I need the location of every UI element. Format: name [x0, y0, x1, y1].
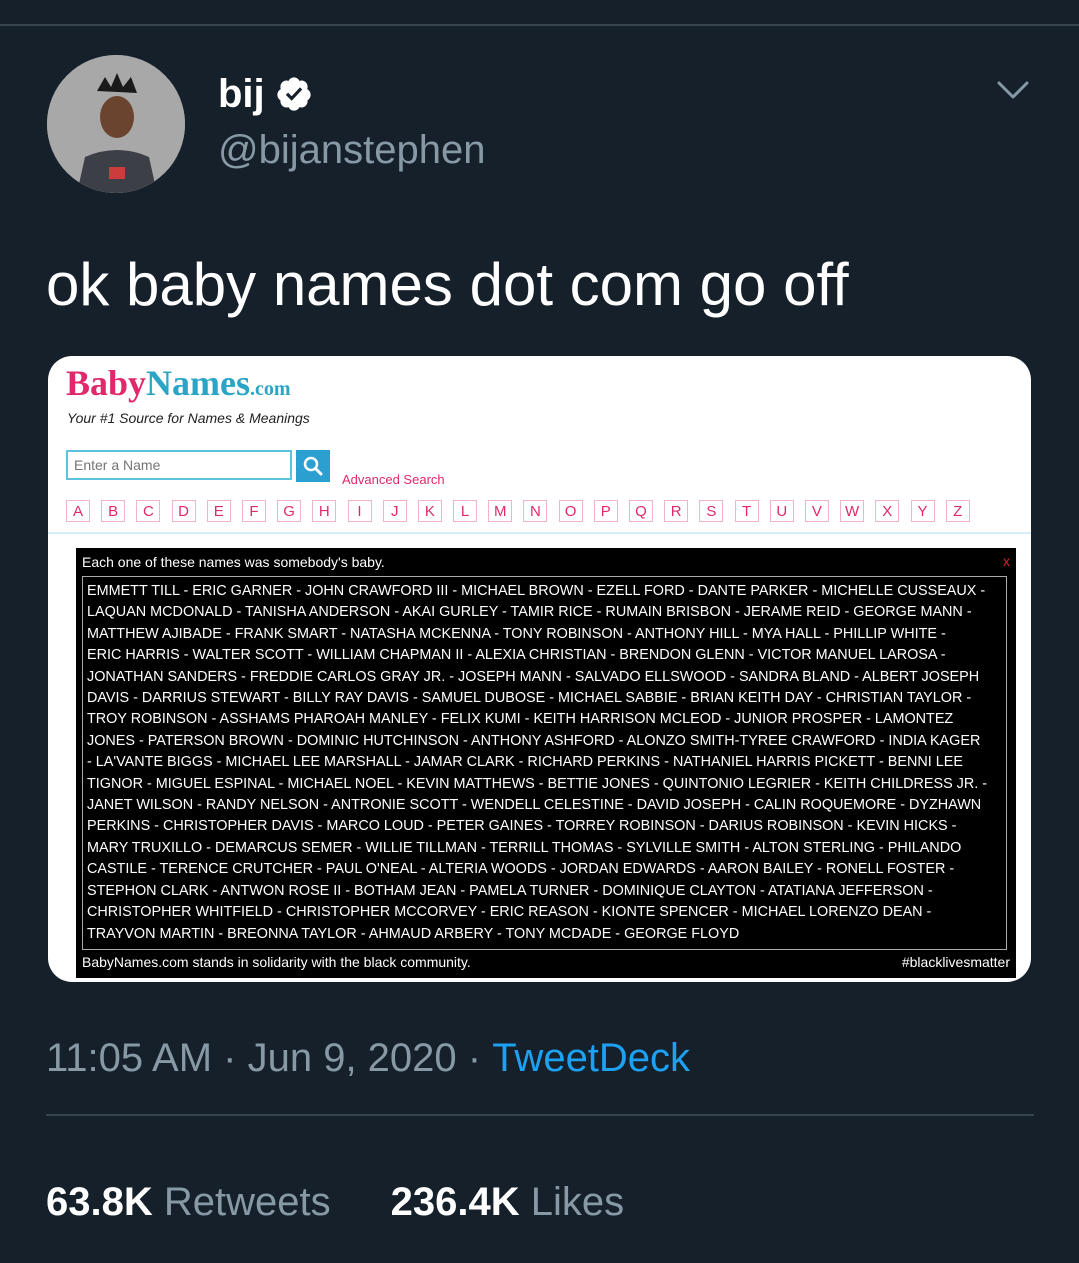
names-line: CHRISTOPHER WHITFIELD - CHRISTOPHER MCCO…: [87, 904, 932, 921]
names-line: JANET WILSON - RANDY NELSON - ANTRONIE S…: [87, 797, 982, 814]
letter-link[interactable]: N: [523, 500, 548, 522]
names-line: TRAYVON MARTIN - BREONNA TAYLOR - AHMAUD…: [87, 925, 740, 942]
letter-link[interactable]: Q: [629, 500, 653, 522]
names-list: EMMETT TILL - ERIC GARNER - JOHN CRAWFOR…: [82, 576, 1007, 950]
letter-link[interactable]: G: [277, 500, 302, 522]
advanced-search-link[interactable]: Advanced Search: [342, 472, 445, 487]
names-line: PERKINS - CHRISTOPHER DAVIS - MARCO LOUD…: [87, 818, 957, 835]
names-line: MARY TRUXILLO - DEMARCUS SEMER - WILLIE …: [87, 839, 962, 856]
letter-link[interactable]: H: [312, 500, 337, 522]
letter-link[interactable]: F: [241, 500, 266, 522]
names-line: STEPHON CLARK - ANTWON ROSE II - BOTHAM …: [87, 882, 933, 899]
letter-link[interactable]: X: [875, 500, 900, 522]
letter-link[interactable]: Z: [945, 500, 970, 522]
meta-separator: ·: [456, 1036, 493, 1080]
avatar[interactable]: [47, 55, 185, 193]
letter-link[interactable]: B: [101, 500, 126, 522]
letter-link[interactable]: J: [382, 500, 407, 522]
hashtag[interactable]: #blacklivesmatter: [902, 954, 1010, 970]
top-divider: [0, 24, 1079, 26]
letter-link[interactable]: T: [734, 500, 759, 522]
names-line: LAQUAN MCDONALD - TANISHA ANDERSON - AKA…: [87, 604, 972, 621]
alphabet-nav: A B C D E F G H I J K L M N O P Q R S T …: [66, 500, 970, 522]
names-line: TIGNOR - MIGUEL ESPINAL - MICHAEL NOEL -…: [87, 775, 988, 792]
letter-link[interactable]: E: [206, 500, 231, 522]
display-name[interactable]: bij: [218, 72, 313, 116]
logo-com: .com: [250, 378, 291, 400]
letter-link[interactable]: K: [417, 500, 442, 522]
display-name-text[interactable]: bij: [218, 72, 265, 116]
letter-link[interactable]: C: [136, 500, 161, 522]
likes-label: Likes: [530, 1180, 625, 1224]
close-icon[interactable]: x: [1003, 553, 1010, 569]
memorial-title: Each one of these names was somebody's b…: [82, 554, 385, 570]
letter-link[interactable]: D: [171, 500, 196, 522]
avatar-photo: [47, 55, 185, 193]
babynames-logo: BabyNames.com: [66, 362, 291, 404]
solidarity-statement: BabyNames.com stands in solidarity with …: [82, 954, 471, 970]
tweet-date[interactable]: Jun 9, 2020: [248, 1036, 457, 1081]
letter-link[interactable]: Y: [910, 500, 935, 522]
search-icon: [303, 456, 323, 476]
tweet-meta: 11:05 AM · Jun 9, 2020 · TweetDeck: [46, 1036, 690, 1081]
letter-link[interactable]: M: [488, 500, 513, 522]
letter-link[interactable]: S: [699, 500, 724, 522]
memorial-banner: Each one of these names was somebody's b…: [76, 548, 1016, 978]
logo-baby: Baby: [66, 363, 147, 403]
names-line: CASTILE - TERENCE CRUTCHER - PAUL O'NEAL…: [87, 861, 955, 878]
names-line: MATTHEW AJIBADE - FRANK SMART - NATASHA …: [87, 625, 946, 642]
tweet-time[interactable]: 11:05 AM: [46, 1036, 212, 1081]
letter-link[interactable]: L: [453, 500, 478, 522]
tweet-stats: 63.8K Retweets 236.4K Likes: [46, 1180, 624, 1225]
names-line: DAVIS - DARRIUS STEWART - BILLY RAY DAVI…: [87, 690, 972, 707]
chevron-down-icon[interactable]: [996, 78, 1030, 102]
letter-link[interactable]: O: [558, 500, 583, 522]
tweet-source-link[interactable]: TweetDeck: [492, 1036, 690, 1081]
retweets-stat[interactable]: 63.8K Retweets: [46, 1180, 331, 1225]
tagline: Your #1 Source for Names & Meanings: [67, 410, 310, 426]
retweets-count: 63.8K: [46, 1180, 153, 1224]
logo-names: Names: [146, 363, 251, 403]
search-button[interactable]: [296, 450, 330, 482]
name-search-input[interactable]: [66, 450, 292, 480]
letter-link[interactable]: R: [664, 500, 689, 522]
letter-link[interactable]: I: [347, 500, 372, 522]
names-line: EMMETT TILL - ERIC GARNER - JOHN CRAWFOR…: [87, 583, 986, 599]
letter-link[interactable]: A: [66, 500, 90, 522]
tweet-text: ok baby names dot com go off: [46, 251, 849, 318]
embedded-screenshot[interactable]: BabyNames.com Your #1 Source for Names &…: [48, 356, 1031, 982]
header-divider: [48, 532, 1031, 534]
letter-link[interactable]: P: [593, 500, 618, 522]
names-line: JONATHAN SANDERS - FREDDIE CARLOS GRAY J…: [87, 668, 980, 685]
names-line: TROY ROBINSON - ASSHAMS PHAROAH MANLEY -…: [87, 711, 954, 728]
retweets-label: Retweets: [163, 1180, 331, 1224]
letter-link[interactable]: W: [840, 500, 865, 522]
names-line: ERIC HARRIS - WALTER SCOTT - WILLIAM CHA…: [87, 647, 946, 664]
letter-link[interactable]: U: [769, 500, 794, 522]
likes-stat[interactable]: 236.4K Likes: [391, 1180, 625, 1225]
meta-divider: [46, 1114, 1034, 1116]
letter-link[interactable]: V: [804, 500, 829, 522]
names-line: - LA'VANTE BIGGS - MICHAEL LEE MARSHALL …: [87, 754, 963, 771]
handle[interactable]: @bijanstephen: [218, 128, 485, 172]
verified-badge-icon: [277, 77, 311, 111]
meta-separator: ·: [212, 1036, 248, 1080]
likes-count: 236.4K: [390, 1180, 520, 1224]
names-line: JONES - PATERSON BROWN - DOMINIC HUTCHIN…: [87, 732, 981, 749]
